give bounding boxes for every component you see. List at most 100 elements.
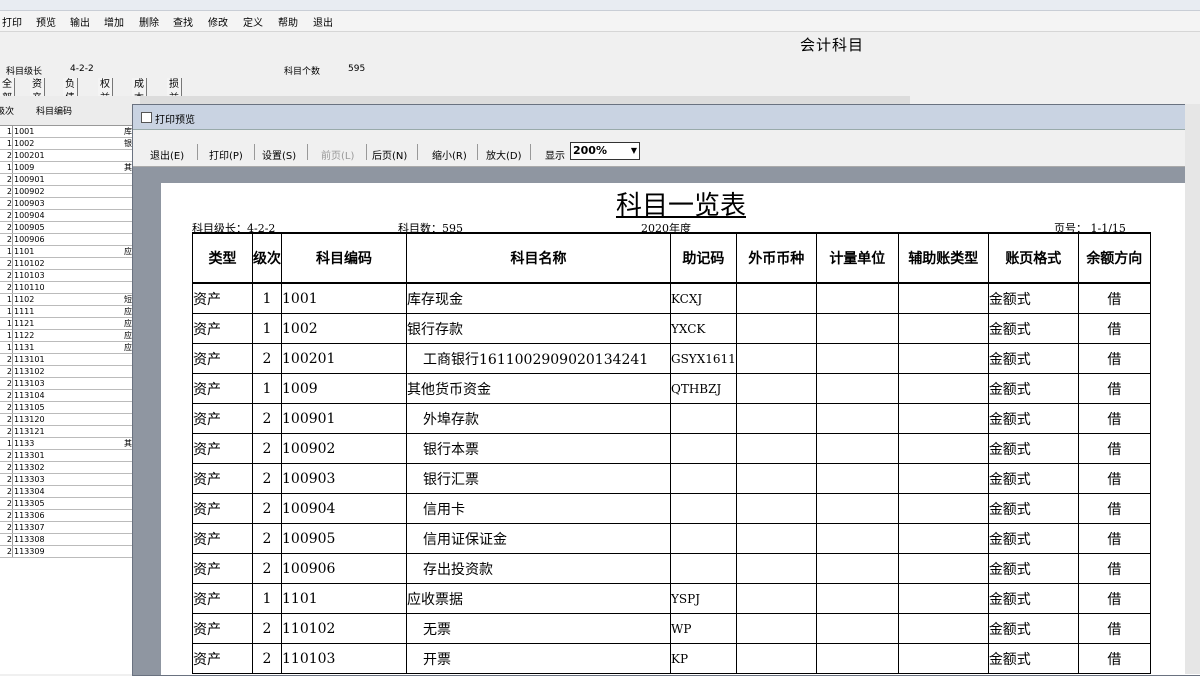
table-row[interactable]: 2113309于 [0, 546, 140, 558]
settings-button[interactable]: 设置(S) [262, 147, 296, 162]
table-row[interactable]: 2113303李 [0, 474, 140, 486]
chevron-down-icon[interactable]: ▼ [631, 143, 637, 159]
row-code: 1121 [14, 319, 35, 328]
row-code: 1101 [14, 247, 35, 256]
cell-type: 资产 [192, 313, 253, 344]
menu-find[interactable]: 查找 [172, 14, 194, 29]
next-page-button[interactable]: 后页(N) [372, 147, 407, 162]
cell-currency [735, 643, 817, 674]
print-preview-window: 打印预览 退出(E) 打印(P) 设置(S) 前页(L) 后页(N) 缩小(R)… [132, 104, 1200, 676]
vertical-scrollbar[interactable] [1185, 104, 1200, 674]
table-row[interactable]: 2100904信 [0, 210, 140, 222]
table-row[interactable]: 2100901外 [0, 174, 140, 186]
cell-name: 信用证保证金 [406, 523, 671, 554]
cell-direction: 借 [1077, 282, 1151, 314]
table-row[interactable]: 11133其他 [0, 438, 140, 450]
header-level: 级次 [0, 107, 15, 117]
cell-code: 100906 [281, 553, 407, 584]
row-code: 113304 [14, 487, 45, 496]
cell-unit [815, 463, 899, 494]
table-row[interactable]: 2100902银 [0, 186, 140, 198]
table-row[interactable]: 2113307长 [0, 522, 140, 534]
table-row[interactable]: 11121应收 [0, 318, 140, 330]
cell-direction: 借 [1077, 433, 1151, 464]
menu-print[interactable]: 打印 [1, 14, 23, 29]
table-row[interactable]: 2100905信 [0, 222, 140, 234]
table-row[interactable]: 2110110其 [0, 282, 140, 294]
menu-delete[interactable]: 删除 [138, 14, 160, 29]
cell-type: 资产 [192, 433, 253, 464]
table-row[interactable]: 11002银行 [0, 138, 140, 150]
row-code: 113309 [14, 547, 45, 556]
menu-help[interactable]: 帮助 [277, 14, 299, 29]
row-level: 2 [0, 426, 13, 437]
table-row[interactable]: 11101应收 [0, 246, 140, 258]
row-level: 2 [0, 534, 13, 545]
row-level: 2 [0, 258, 13, 269]
table-row[interactable]: 2113301张 [0, 450, 140, 462]
table-row: 资产 1 1009 其他货币资金 QTHBZJ 金额式借 [192, 373, 1151, 404]
cell-name: 存出投资款 [406, 553, 671, 584]
table-row[interactable]: 11122应收 [0, 330, 140, 342]
table-row[interactable]: 2113120武 [0, 414, 140, 426]
table-row[interactable]: 2113103草 [0, 378, 140, 390]
table-row[interactable]: 2113104剪 [0, 390, 140, 402]
row-level: 2 [0, 510, 13, 521]
table-row[interactable]: 2100906存 [0, 234, 140, 246]
table-row[interactable]: 11111应收 [0, 306, 140, 318]
table-row[interactable]: 2100201工 [0, 150, 140, 162]
table-row[interactable]: 2113105山 [0, 402, 140, 414]
menu-preview[interactable]: 预览 [35, 14, 57, 29]
table-row[interactable]: 2113121请 [0, 426, 140, 438]
cell-mnemonic: YSPJ [670, 583, 737, 614]
print-button[interactable]: 打印(P) [209, 147, 243, 162]
cell-currency [735, 403, 817, 434]
table-row[interactable]: 2113305李 [0, 498, 140, 510]
table-row[interactable]: 2113306王 [0, 510, 140, 522]
table-row[interactable]: 11009其他 [0, 162, 140, 174]
table-row[interactable]: 2110102无 [0, 258, 140, 270]
table-row[interactable]: 2113102顾 [0, 366, 140, 378]
table-row[interactable]: 11102短期 [0, 294, 140, 306]
row-code: 100903 [14, 199, 45, 208]
cell-mnemonic [670, 433, 737, 464]
menu-define[interactable]: 定义 [242, 14, 264, 29]
prev-page-button[interactable]: 前页(L) [321, 147, 354, 162]
row-code: 113104 [14, 391, 45, 400]
table-row[interactable]: 2113302李 [0, 462, 140, 474]
cell-currency [735, 313, 817, 344]
table-row[interactable]: 11001库存 [0, 126, 140, 138]
row-code: 1002 [14, 139, 35, 148]
cell-name: 开票 [406, 643, 671, 674]
cell-name: 无票 [406, 613, 671, 644]
cell-type: 资产 [192, 282, 253, 314]
zoom-out-button[interactable]: 缩小(R) [432, 147, 467, 162]
table-row[interactable]: 11131应收 [0, 342, 140, 354]
menu-modify[interactable]: 修改 [207, 14, 229, 29]
toolbar-separator [477, 144, 478, 160]
menu-export[interactable]: 输出 [69, 14, 91, 29]
menu-add[interactable]: 增加 [103, 14, 125, 29]
zoom-in-button[interactable]: 放大(D) [486, 147, 522, 162]
exit-button[interactable]: 退出(E) [150, 147, 184, 162]
cell-type: 资产 [192, 463, 253, 494]
table-row[interactable]: 2100903银 [0, 198, 140, 210]
menu-exit[interactable]: 退出 [312, 14, 334, 29]
table-row[interactable]: 2110103开 [0, 270, 140, 282]
cell-code: 100903 [281, 463, 407, 494]
table-row[interactable]: 2113304董 [0, 486, 140, 498]
zoom-select[interactable]: 200% ▼ [570, 142, 640, 160]
table-row[interactable]: 2113101草 [0, 354, 140, 366]
row-code: 110102 [14, 259, 45, 268]
table-row: 资产 2 100201 工商银行1611002909020134241 GSYX1611… [192, 343, 1151, 374]
row-code: 100902 [14, 187, 45, 196]
cell-unit [815, 553, 899, 584]
cell-format: 金额式 [987, 553, 1079, 584]
table-row[interactable]: 2113308其 [0, 534, 140, 546]
row-level: 2 [0, 462, 13, 473]
cell-type: 资产 [192, 343, 253, 374]
row-level: 1 [0, 138, 13, 149]
subject-grid-header: 级次 科目编码 [0, 96, 140, 126]
table-row: 资产 2 100904 信用卡 金额式借 [192, 493, 1151, 524]
cell-code: 100905 [281, 523, 407, 554]
